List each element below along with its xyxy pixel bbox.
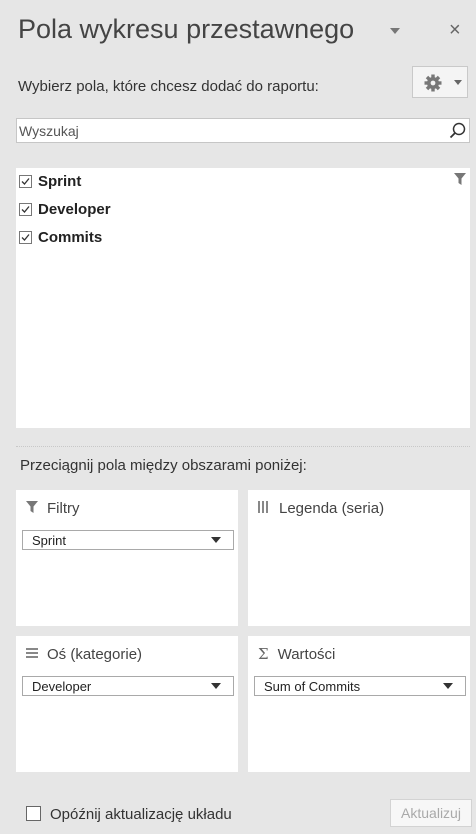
checkbox-checked[interactable]: [19, 202, 32, 216]
areas-instruction: Przeciągnij pola między obszarami poniże…: [20, 457, 307, 474]
pane-options-arrow-icon[interactable]: [390, 28, 400, 34]
field-label: Developer: [38, 200, 111, 218]
values-area-header: Σ Wartości: [258, 636, 335, 672]
filters-area-header: Filtry: [26, 490, 80, 526]
pill-label: Developer: [32, 679, 92, 694]
columns-icon: [258, 500, 270, 517]
checkbox-checked[interactable]: [19, 230, 32, 244]
chevron-down-icon[interactable]: [443, 683, 453, 689]
field-item-developer[interactable]: Developer: [19, 199, 111, 219]
axis-field-pill[interactable]: Developer: [22, 676, 234, 696]
section-divider: [16, 446, 470, 447]
checkbox-checked[interactable]: [19, 174, 32, 188]
rows-icon: [26, 646, 38, 663]
filters-area[interactable]: Filtry Sprint: [16, 490, 238, 626]
axis-area-header: Oś (kategorie): [26, 636, 142, 672]
axis-area[interactable]: Oś (kategorie) Developer: [16, 636, 238, 772]
filters-field-pill[interactable]: Sprint: [22, 530, 234, 550]
chevron-down-icon[interactable]: [211, 683, 221, 689]
chevron-down-icon: [454, 80, 462, 85]
field-label: Sprint: [38, 172, 82, 190]
search-placeholder: Wyszukaj: [19, 123, 79, 139]
pane-subtitle: Wybierz pola, które chcesz dodać do rapo…: [18, 78, 319, 95]
values-area-title: Wartości: [277, 645, 336, 663]
legend-area-header: Legenda (seria): [258, 490, 384, 526]
filters-area-title: Filtry: [47, 499, 80, 517]
defer-update-label: Opóźnij aktualizację układu: [50, 806, 232, 823]
legend-area-title: Legenda (seria): [279, 499, 385, 517]
values-area[interactable]: Σ Wartości Sum of Commits: [248, 636, 470, 772]
filter-icon[interactable]: [454, 172, 466, 190]
axis-area-title: Oś (kategorie): [47, 645, 143, 663]
search-field[interactable]: Wyszukaj: [16, 118, 470, 143]
field-item-sprint[interactable]: Sprint: [19, 171, 81, 191]
filter-icon: [26, 500, 38, 517]
defer-update-checkbox[interactable]: [26, 806, 41, 821]
tools-button[interactable]: [412, 66, 468, 98]
close-icon[interactable]: ×: [449, 20, 461, 40]
chevron-down-icon[interactable]: [211, 537, 221, 543]
pane-title: Pola wykresu przestawnego: [18, 14, 355, 44]
gear-icon: [423, 73, 443, 98]
update-button[interactable]: Aktualizuj: [390, 799, 472, 827]
field-list: Sprint Developer Commits: [16, 168, 470, 428]
values-field-pill[interactable]: Sum of Commits: [254, 676, 466, 696]
pill-label: Sprint: [32, 533, 66, 548]
sigma-icon: Σ: [258, 645, 269, 663]
pill-label: Sum of Commits: [264, 679, 361, 694]
legend-area[interactable]: Legenda (seria): [248, 490, 470, 626]
field-item-commits[interactable]: Commits: [19, 227, 102, 247]
field-label: Commits: [38, 228, 103, 246]
search-icon[interactable]: [449, 122, 467, 145]
